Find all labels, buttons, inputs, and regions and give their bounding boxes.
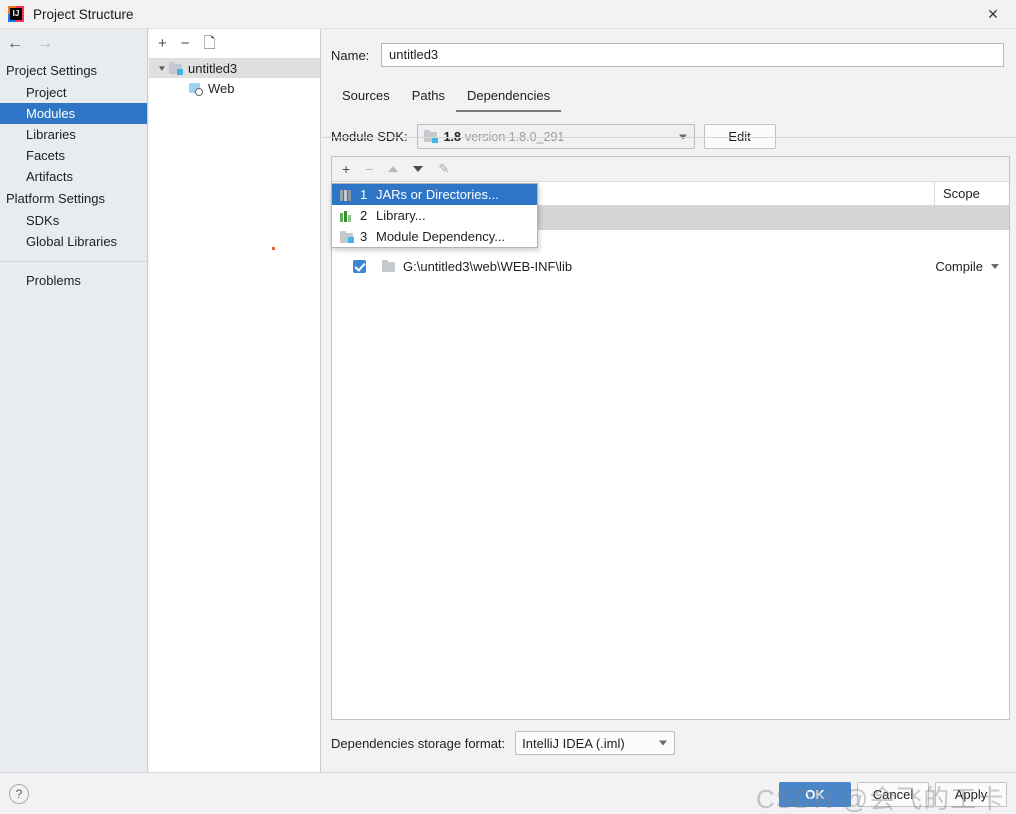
module-dependency-icon — [340, 230, 354, 243]
move-up-button[interactable] — [388, 166, 399, 172]
menu-item-number: 1 — [360, 187, 368, 202]
dialog-footer: ? OK Cancel Apply — [0, 772, 1016, 814]
tab-dependencies[interactable]: Dependencies — [455, 82, 562, 112]
scope-value: Compile — [935, 258, 983, 274]
tree-node-label: Web — [208, 80, 235, 96]
sidebar-item-modules[interactable]: Modules — [0, 103, 147, 124]
menu-item-library[interactable]: 2 Library... — [332, 205, 537, 226]
menu-item-module-dependency[interactable]: 3 Module Dependency... — [332, 226, 537, 247]
module-name-label: Name: — [331, 47, 370, 63]
web-facet-icon — [189, 82, 203, 96]
storage-format-row: Dependencies storage format: IntelliJ ID… — [331, 731, 676, 755]
module-icon — [169, 61, 183, 75]
add-module-button[interactable]: + — [158, 36, 167, 51]
sidebar-item-facets[interactable]: Facets — [0, 145, 147, 166]
help-button[interactable]: ? — [9, 784, 29, 804]
module-tabs: Sources Paths Dependencies — [331, 80, 1016, 112]
folder-icon — [382, 260, 396, 272]
tabs-underline — [322, 137, 1016, 138]
sidebar-nav-arrows: ← → — [0, 29, 147, 59]
menu-item-label: Module Dependency... — [376, 229, 506, 244]
module-tree-panel: + − 🗋 ▾ untitled3 Web — [149, 29, 321, 772]
tab-paths[interactable]: Paths — [401, 82, 456, 112]
tree-node-web[interactable]: Web — [149, 78, 320, 98]
sidebar-item-global-libraries[interactable]: Global Libraries — [0, 231, 147, 252]
close-icon[interactable]: ✕ — [970, 0, 1016, 29]
tab-sources[interactable]: Sources — [331, 82, 401, 112]
remove-module-button[interactable]: − — [181, 36, 190, 51]
dialog-action-buttons: OK Cancel Apply — [779, 782, 1007, 807]
ok-button[interactable]: OK — [779, 782, 851, 807]
add-dependency-menu: 1 JARs or Directories... 2 Library... 3 … — [331, 183, 538, 248]
module-name-row: Name: untitled3 — [331, 43, 1004, 67]
sidebar-item-project[interactable]: Project — [0, 82, 147, 103]
add-dependency-button[interactable]: + — [342, 162, 350, 176]
table-row[interactable]: G:\untitled3\web\WEB-INF\lib Compile — [332, 254, 1009, 278]
intellij-logo-icon: IJ — [8, 6, 24, 22]
sidebar-item-sdks[interactable]: SDKs — [0, 210, 147, 231]
library-icon — [340, 210, 354, 222]
tree-node-label: untitled3 — [188, 60, 238, 76]
storage-format-label: Dependencies storage format: — [331, 735, 506, 751]
sidebar-item-libraries[interactable]: Libraries — [0, 124, 147, 145]
remove-dependency-button[interactable]: − — [365, 162, 373, 176]
module-tree-toolbar: + − 🗋 — [149, 29, 320, 58]
sidebar-item-problems[interactable]: Problems — [0, 270, 147, 291]
edit-dependency-button[interactable]: ✎ — [438, 161, 449, 177]
menu-item-label: JARs or Directories... — [376, 187, 499, 202]
sidebar-group-platform-settings: Platform Settings — [6, 191, 105, 206]
cancel-button[interactable]: Cancel — [857, 782, 929, 807]
module-name-input[interactable]: untitled3 — [381, 43, 1004, 67]
dependency-path-label: G:\untitled3\web\WEB-INF\lib — [403, 258, 573, 274]
menu-item-jars-or-directories[interactable]: 1 JARs or Directories... — [332, 184, 537, 205]
column-header-scope: Scope — [934, 182, 1009, 205]
error-marker-dot — [272, 247, 275, 250]
menu-item-number: 3 — [360, 229, 368, 244]
sidebar-group-project-settings: Project Settings — [6, 63, 98, 78]
apply-button[interactable]: Apply — [935, 782, 1007, 807]
chevron-down-icon[interactable] — [991, 263, 999, 269]
sidebar-divider — [0, 261, 147, 262]
logo-letters: IJ — [10, 8, 22, 20]
storage-format-value: IntelliJ IDEA (.iml) — [522, 735, 625, 751]
jars-icon — [340, 189, 354, 201]
scope-select[interactable]: Compile — [935, 259, 999, 274]
project-structure-dialog: IJ Project Structure ✕ ← → Project Setti… — [0, 0, 1016, 814]
move-down-button[interactable] — [413, 166, 424, 172]
back-arrow-icon[interactable]: ← — [6, 36, 24, 52]
tree-node-untitled3[interactable]: ▾ untitled3 — [149, 58, 320, 78]
sidebar-item-artifacts[interactable]: Artifacts — [0, 166, 147, 187]
settings-sidebar: ← → Project Settings Project Modules Lib… — [0, 29, 148, 772]
dependencies-toolbar: + − ✎ — [332, 157, 1009, 182]
export-checkbox[interactable] — [353, 259, 366, 273]
window-title: Project Structure — [33, 6, 134, 22]
copy-module-button[interactable]: 🗋 — [204, 36, 216, 51]
forward-arrow-icon[interactable]: → — [36, 36, 54, 52]
title-bar: IJ Project Structure ✕ — [0, 0, 1016, 29]
menu-item-label: Library... — [376, 208, 426, 223]
menu-item-number: 2 — [360, 208, 368, 223]
storage-format-select[interactable]: IntelliJ IDEA (.iml) — [515, 731, 676, 755]
chevron-down-icon[interactable] — [659, 740, 668, 746]
